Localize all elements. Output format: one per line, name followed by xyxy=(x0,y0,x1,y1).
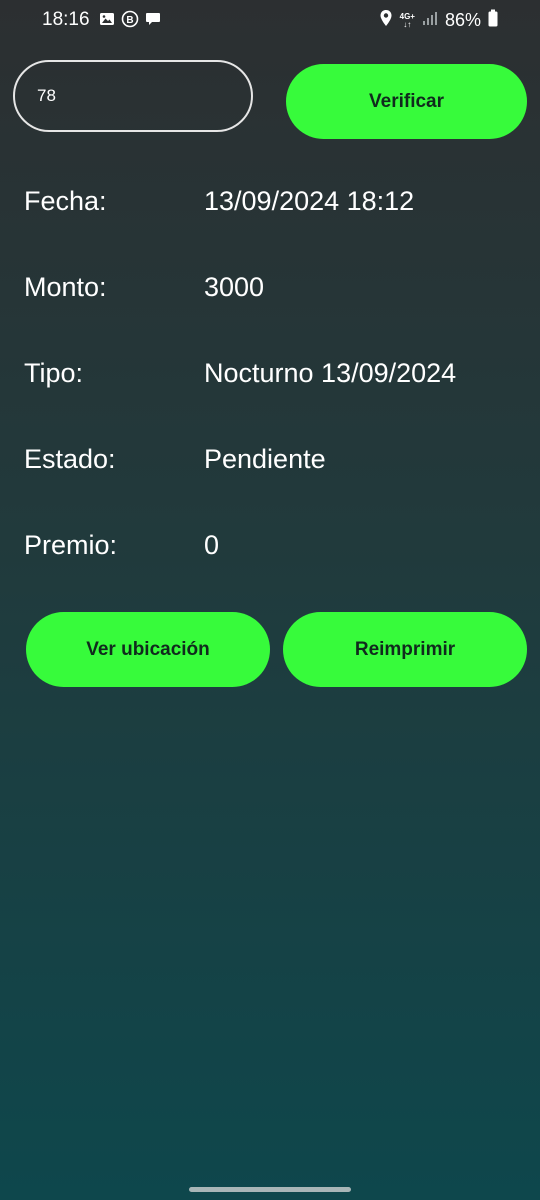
detail-row-estado: Estado: Pendiente xyxy=(0,444,540,484)
network-icon: 4G+ ↓↑ xyxy=(399,11,415,29)
detail-row-monto: Monto: 3000 xyxy=(0,272,540,312)
monto-label: Monto: xyxy=(24,272,107,302)
premio-label: Premio: xyxy=(24,530,118,560)
tipo-label: Tipo: xyxy=(24,358,84,388)
detail-row-tipo: Tipo: Nocturno 13/09/2024 xyxy=(0,358,540,398)
view-location-button[interactable]: Ver ubicación xyxy=(26,612,270,687)
monto-value: 3000 xyxy=(204,272,265,302)
battery-percent: 86% xyxy=(444,10,481,30)
estado-label: Estado: xyxy=(24,444,116,474)
fecha-label: Fecha: xyxy=(24,186,107,216)
status-time: 18:16 xyxy=(42,9,90,30)
svg-text:B: B xyxy=(126,15,133,26)
tipo-value: Nocturno 13/09/2024 xyxy=(204,358,457,388)
network-type: 4G+ xyxy=(399,11,415,21)
premio-value: 0 xyxy=(204,530,220,560)
code-input[interactable] xyxy=(13,60,253,132)
home-indicator[interactable] xyxy=(189,1187,351,1192)
signal-icon xyxy=(422,10,438,31)
verify-button[interactable]: Verificar xyxy=(286,64,527,139)
notification-icons: B xyxy=(99,10,161,33)
estado-value: Pendiente xyxy=(204,444,326,474)
detail-row-fecha: Fecha: 13/09/2024 18:12 xyxy=(0,186,540,226)
fecha-value: 13/09/2024 18:12 xyxy=(204,186,415,216)
detail-row-premio: Premio: 0 xyxy=(0,530,540,570)
b-badge-icon: B xyxy=(121,10,139,33)
gallery-icon xyxy=(99,11,115,32)
chat-icon xyxy=(145,11,161,32)
location-icon xyxy=(379,9,393,32)
status-bar: 18:16 B 4G+ ↓↑ 86% xyxy=(0,0,540,40)
reprint-button[interactable]: Reimprimir xyxy=(283,612,527,687)
battery-icon xyxy=(488,9,498,32)
system-icons: 4G+ ↓↑ 86% xyxy=(379,9,498,32)
